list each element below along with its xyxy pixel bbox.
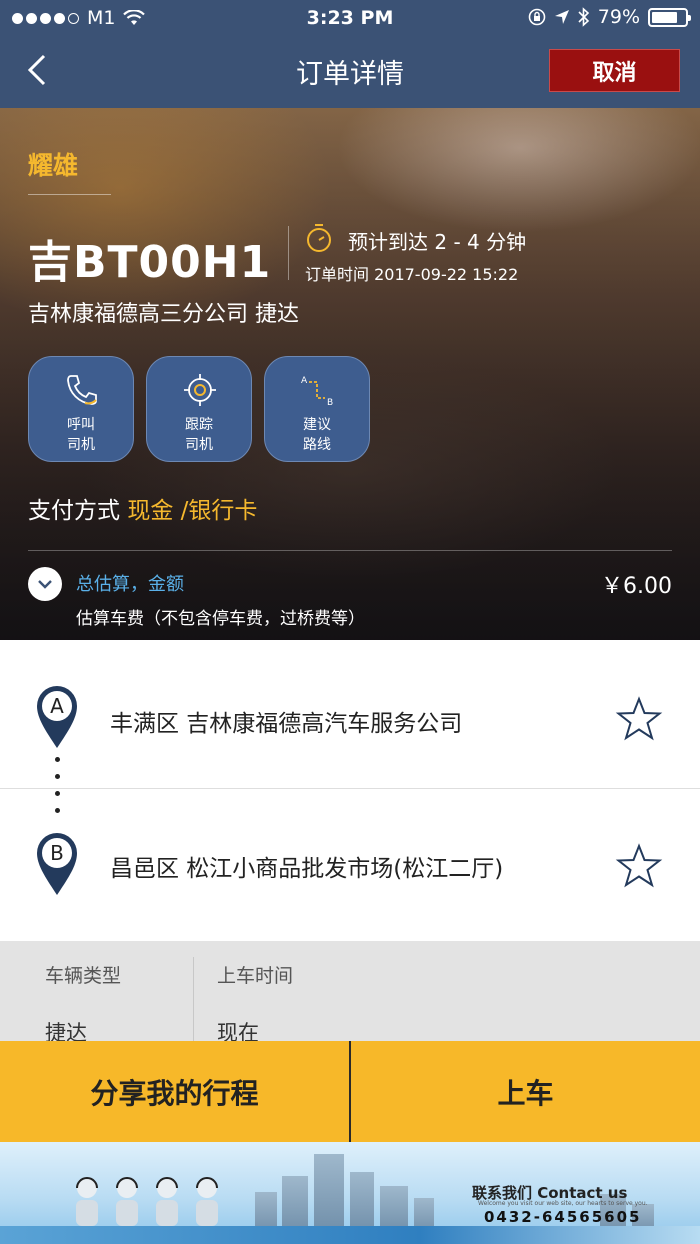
- svg-text:A: A: [301, 376, 308, 386]
- route-label-1: 建议: [303, 417, 331, 433]
- suggest-route-button[interactable]: A B 建议 路线: [264, 356, 370, 462]
- orientation-lock-icon: [528, 8, 546, 26]
- banner-phone: 0432-64565605: [484, 1208, 642, 1226]
- call-driver-button[interactable]: 呼叫 司机: [28, 356, 134, 462]
- pickup-time-label: 上车时间: [217, 965, 294, 987]
- fare-label: 总估算，金额: [76, 574, 184, 595]
- name-underline: [28, 194, 111, 195]
- route-label-2: 路线: [303, 437, 331, 453]
- track-label-2: 司机: [185, 437, 213, 453]
- dropoff-location[interactable]: B 昌邑区 松江小商品批发市场(松江二厅): [0, 789, 700, 941]
- cancel-button[interactable]: 取消: [549, 49, 680, 92]
- favorite-star-icon[interactable]: [615, 696, 663, 742]
- dropoff-marker: B: [50, 841, 64, 865]
- svg-text:B: B: [327, 398, 333, 407]
- agent-figure-icon: [116, 1177, 138, 1226]
- track-label-1: 跟踪: [185, 417, 213, 433]
- bluetooth-icon: [578, 7, 589, 27]
- divider: [193, 957, 194, 1047]
- route-dots: [55, 757, 61, 827]
- company-vehicle: 吉林康福德高三分公司 捷达: [28, 302, 299, 327]
- agent-figure-icon: [156, 1177, 178, 1226]
- fare-value: ￥6.00: [601, 574, 672, 599]
- divider: [288, 226, 289, 280]
- battery-percent: 79%: [597, 6, 640, 28]
- pin-b-icon: B: [37, 833, 77, 895]
- agent-figure-icon: [196, 1177, 218, 1226]
- payment-value: 现金 /银行卡: [127, 498, 258, 524]
- payment-method: 支付方式 现金 /银行卡: [28, 491, 257, 525]
- board-button[interactable]: 上车: [351, 1041, 700, 1142]
- location-arrow-icon: [554, 10, 569, 24]
- trip-info: 车辆类型 捷达 上车时间 现在: [0, 941, 700, 1047]
- license-plate: 吉BT00H1: [28, 237, 272, 288]
- pickup-marker: A: [50, 694, 64, 718]
- eta-text: 预计到达 2 - 4 分钟: [348, 230, 527, 254]
- route-icon: A B: [301, 376, 333, 407]
- divider: [28, 550, 672, 551]
- banner-ground: [0, 1226, 700, 1244]
- building: [314, 1154, 344, 1234]
- call-label-1: 呼叫: [67, 417, 95, 433]
- call-label-2: 司机: [67, 437, 95, 453]
- expand-fare-button[interactable]: [28, 567, 62, 601]
- battery-icon: [648, 7, 691, 27]
- driver-name: 耀雄: [28, 151, 79, 180]
- banner-subtitle: Welcome you visit our web site, our hear…: [478, 1200, 648, 1207]
- driver-card: 耀雄 吉BT00H1 预计到达 2 - 4 分钟 订单时间 2017-09-22…: [0, 108, 700, 640]
- chevron-down-icon: [38, 580, 52, 589]
- stopwatch-icon: [307, 224, 331, 252]
- locate-icon: [184, 374, 216, 406]
- dropoff-address: 昌邑区 松江小商品批发市场(松江二厅): [110, 856, 504, 882]
- track-driver-button[interactable]: 跟踪 司机: [146, 356, 252, 462]
- pin-a-icon: A: [37, 686, 77, 748]
- pickup-address: 丰满区 吉林康福德高汽车服务公司: [110, 711, 463, 737]
- fare-note: 估算车费（不包含停车费，过桥费等）: [76, 609, 365, 629]
- top-bar: M1 3:23 PM 79% 订单详情 取消: [0, 0, 700, 108]
- order-time: 订单时间 2017-09-22 15:22: [305, 265, 519, 284]
- payment-label: 支付方式: [28, 498, 120, 524]
- agent-figure-icon: [76, 1177, 98, 1226]
- phone-icon: [67, 375, 97, 405]
- building: [350, 1172, 374, 1234]
- contact-banner[interactable]: 联系我们 Contact us Welcome you visit our we…: [0, 1142, 700, 1244]
- pickup-location[interactable]: A 丰满区 吉林康福德高汽车服务公司: [0, 640, 700, 788]
- status-bar: M1 3:23 PM 79%: [0, 0, 700, 36]
- favorite-star-icon[interactable]: [615, 843, 663, 889]
- share-trip-button[interactable]: 分享我的行程: [0, 1041, 349, 1142]
- vehicle-type-label: 车辆类型: [45, 965, 122, 987]
- status-right: 79%: [528, 6, 691, 28]
